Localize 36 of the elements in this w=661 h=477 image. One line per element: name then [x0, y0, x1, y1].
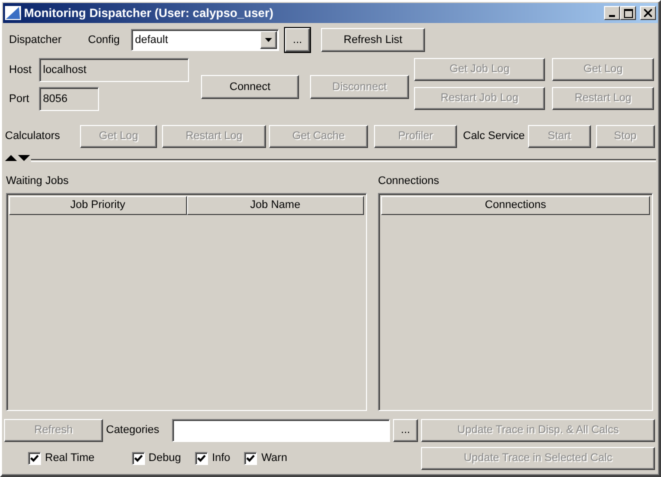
minimize-button[interactable] [604, 6, 620, 20]
browse-button[interactable]: ... [285, 28, 310, 52]
connections-label: Connections [378, 174, 440, 189]
waiting-jobs-label: Waiting Jobs [6, 174, 70, 189]
host-field[interactable]: localhost [39, 58, 189, 82]
maximize-button[interactable] [620, 6, 636, 20]
refresh-list-button[interactable]: Refresh List [321, 28, 425, 52]
categories-field[interactable] [172, 419, 390, 442]
app-icon [5, 5, 21, 21]
categories-label: Categories [106, 423, 160, 438]
window-title: Monitoring Dispatcher (User: calypso_user) [24, 5, 274, 22]
host-label: Host [9, 62, 33, 78]
column-header[interactable]: Job Priority [9, 196, 186, 215]
maximize-icon [624, 8, 632, 18]
dispatcher-label: Dispatcher [9, 32, 63, 48]
checkbox-label: Warn [261, 451, 288, 466]
checkbox[interactable] [194, 452, 208, 465]
port-field[interactable]: 8056 [39, 87, 99, 111]
calculators-label: Calculators [5, 129, 62, 144]
column-header[interactable]: Connections [381, 196, 650, 215]
connect-button[interactable]: Connect [201, 75, 299, 99]
calc-service-label: Calc Service [463, 129, 525, 144]
config-label: Config [88, 32, 121, 48]
checkbox-label: Real Time [45, 451, 95, 466]
splitter-arrows-icon[interactable] [5, 155, 31, 161]
checkbox[interactable] [28, 452, 41, 465]
browse-button[interactable]: ... [393, 419, 418, 442]
column-header[interactable]: Job Name [186, 196, 364, 215]
close-button[interactable] [640, 6, 656, 20]
checkbox[interactable] [244, 452, 258, 465]
close-icon [644, 9, 652, 17]
checkbox-label: Info [212, 451, 230, 466]
port-label: Port [9, 92, 30, 107]
checkbox[interactable] [132, 452, 145, 465]
config-dropdown[interactable]: default [131, 29, 279, 51]
checkbox-label: Debug [148, 451, 181, 466]
